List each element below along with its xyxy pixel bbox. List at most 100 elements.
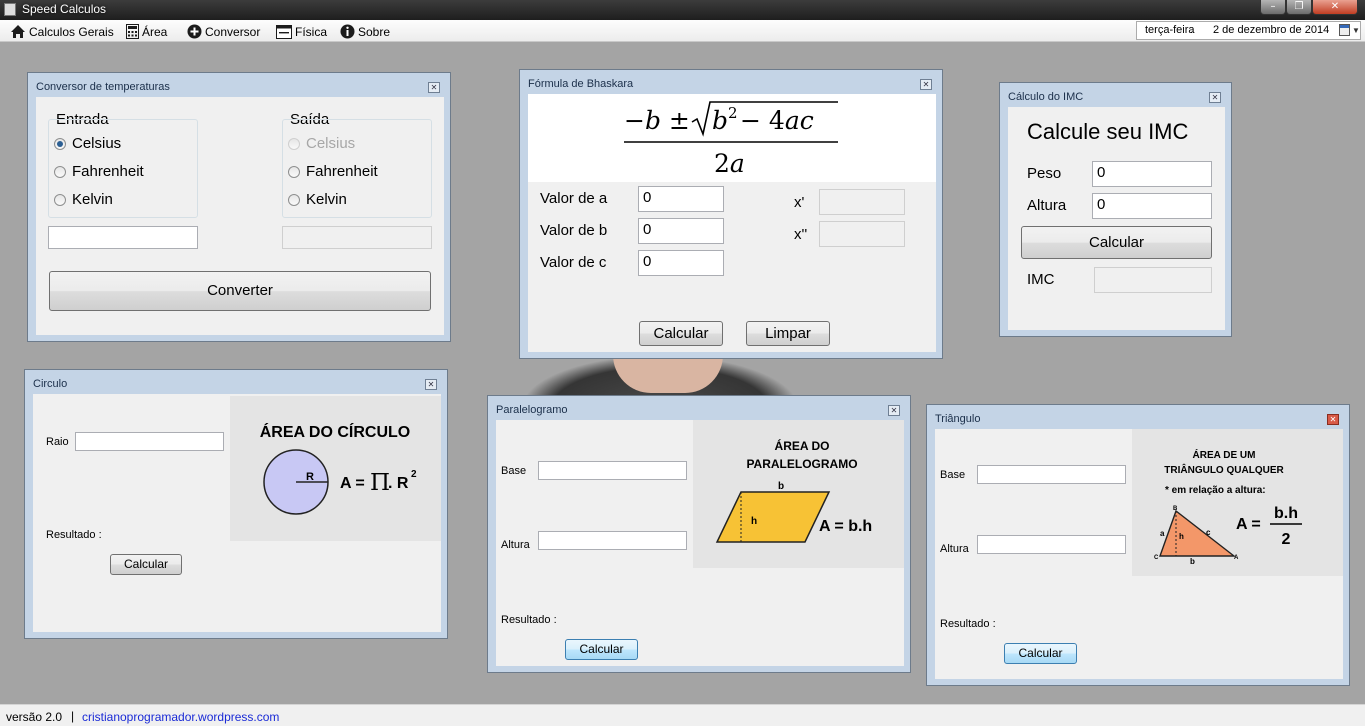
website-link[interactable]: cristianoprogramador.wordpress.com [82,710,279,724]
weight-label: Peso [1027,165,1062,182]
parallelogram-area-figure: ÁREA DO PARALELOGRAMO b h A = b.h [693,420,904,568]
value-c-input[interactable]: 0 [638,250,724,276]
calculate-button[interactable]: Calcular [110,554,182,575]
menu-label: Física [295,24,328,39]
convert-button[interactable]: Converter [49,271,431,311]
window-title: Speed Calculos [22,2,107,16]
close-icon: ✕ [1329,415,1337,424]
x2-output [819,221,905,247]
calculate-button[interactable]: Calcular [565,639,638,660]
window-body: Base Altura Resultado : Calcular ÁREA DO… [496,420,904,666]
height-input[interactable] [538,531,687,550]
imc-window: Cálculo do IMC ✕ Calcule seu IMC Peso 0 … [999,82,1232,337]
close-icon: ✕ [427,380,435,389]
base-label: Base [940,469,966,481]
minimize-button[interactable]: – [1260,0,1286,15]
radius-symbol: R [306,471,314,483]
window-caption: Triângulo [935,413,981,425]
parallelogram-window: Paralelogramo ✕ Base Altura Resultado : … [487,395,911,673]
close-icon: ✕ [1330,1,1340,12]
window-icon [276,24,292,39]
maximize-button[interactable]: ❐ [1286,0,1312,15]
bhaskara-window: Fórmula de Bhaskara ✕ −b ± b 2 − 4ac 2a … [519,69,943,359]
height-input[interactable]: 0 [1092,193,1212,219]
window-caption: Circulo [33,378,68,390]
close-window-button[interactable]: ✕ [920,79,932,90]
figure-note: * em relação a altura: [1165,485,1266,496]
value-b-input[interactable]: 0 [638,218,724,244]
side-c: c [1206,528,1211,537]
output-celsius-radio: Celsius [288,135,355,152]
window-caption: Fórmula de Bhaskara [528,78,634,90]
window-body: −b ± b 2 − 4ac 2a Valor de a Valor de b … [528,94,936,352]
window-body: Base Altura Resultado : Calcular ÁREA DE… [935,429,1343,679]
close-icon: ✕ [922,80,930,89]
base-input[interactable] [538,461,687,480]
calculate-button[interactable]: Calcular [1004,643,1077,664]
menu-sobre[interactable]: Sobre [340,23,390,40]
close-window-button[interactable]: ✕ [425,379,437,390]
formula-tail: . R [388,475,409,492]
window-body: Raio Resultado : Calcular ÁREA DO CÍRCUL… [33,394,441,632]
output-fahrenheit-radio[interactable]: Fahrenheit [288,163,378,180]
formula-prefix: A = [1236,516,1261,533]
input-fahrenheit-radio[interactable]: Fahrenheit [54,163,144,180]
svg-text:2: 2 [728,104,738,122]
x1-label: x' [794,194,805,211]
figure-heading-1: ÁREA DE UM [1193,448,1256,461]
window-body: Calcule seu IMC Peso 0 Altura 0 Calcular… [1008,107,1225,330]
close-window-button[interactable]: ✕ [888,405,900,416]
result-label: Resultado : [940,618,996,630]
input-kelvin-radio[interactable]: Kelvin [54,191,113,208]
window-body: Entrada Celsius Fahrenheit Kelvin Saída … [36,97,444,335]
plus-circle-icon [187,24,202,39]
input-celsius-radio[interactable]: Celsius [54,135,121,152]
triangle-window: Triângulo ✕ Base Altura Resultado : Calc… [926,404,1350,686]
value-a-label: Valor de a [540,190,608,207]
menu-area[interactable]: Área [126,23,167,40]
svg-text:−b ±: −b ± [624,106,690,135]
menu-label: Conversor [205,24,261,39]
base-symbol: b [1190,557,1195,566]
close-icon: ✕ [430,83,438,92]
radius-label: Raio [46,436,69,448]
height-label: Altura [940,543,969,555]
minimize-icon: – [1270,1,1276,12]
menu-fisica[interactable]: Física [276,23,327,40]
base-input[interactable] [977,465,1126,484]
x1-output [819,189,905,215]
clear-button[interactable]: Limpar [746,321,830,346]
weight-input[interactable]: 0 [1092,161,1212,187]
radius-input[interactable] [75,432,224,451]
close-button[interactable]: ✕ [1312,0,1358,15]
vertex-c: C [1154,555,1159,561]
close-window-button[interactable]: ✕ [1327,414,1339,425]
menu-calculos-gerais[interactable]: Calculos Gerais [10,23,114,40]
date-picker[interactable]: terça-feira . 2 de dezembro de 2014 ▼ [1136,21,1361,40]
calendar-icon[interactable] [1339,24,1350,36]
formula-prefix: A = [340,475,365,492]
base-symbol: b [778,481,784,492]
calculate-imc-button[interactable]: Calcular [1021,226,1212,259]
triangle-area-figure: ÁREA DE UM TRIÂNGULO QUALQUER * em relaç… [1132,429,1343,576]
height-label: Altura [501,539,530,551]
temperature-input[interactable] [48,226,198,249]
value-a-input[interactable]: 0 [638,186,724,212]
imc-result-output [1094,267,1212,293]
imc-result-label: IMC [1027,271,1055,288]
date-separator: . [1190,24,1194,36]
height-label: Altura [1027,197,1067,214]
menu-conversor[interactable]: Conversor [187,23,260,40]
close-window-button[interactable]: ✕ [428,82,440,93]
figure-heading-1: ÁREA DO [775,438,830,453]
home-icon [11,25,25,38]
maximize-icon: ❐ [1294,1,1304,12]
value-c-label: Valor de c [540,254,607,271]
close-window-button[interactable]: ✕ [1209,92,1221,103]
window-caption: Paralelogramo [496,404,568,416]
result-label: Resultado : [46,529,102,541]
output-kelvin-radio[interactable]: Kelvin [288,191,347,208]
calculate-button[interactable]: Calcular [639,321,723,346]
height-input[interactable] [977,535,1126,554]
chevron-down-icon[interactable]: ▼ [1352,26,1360,35]
